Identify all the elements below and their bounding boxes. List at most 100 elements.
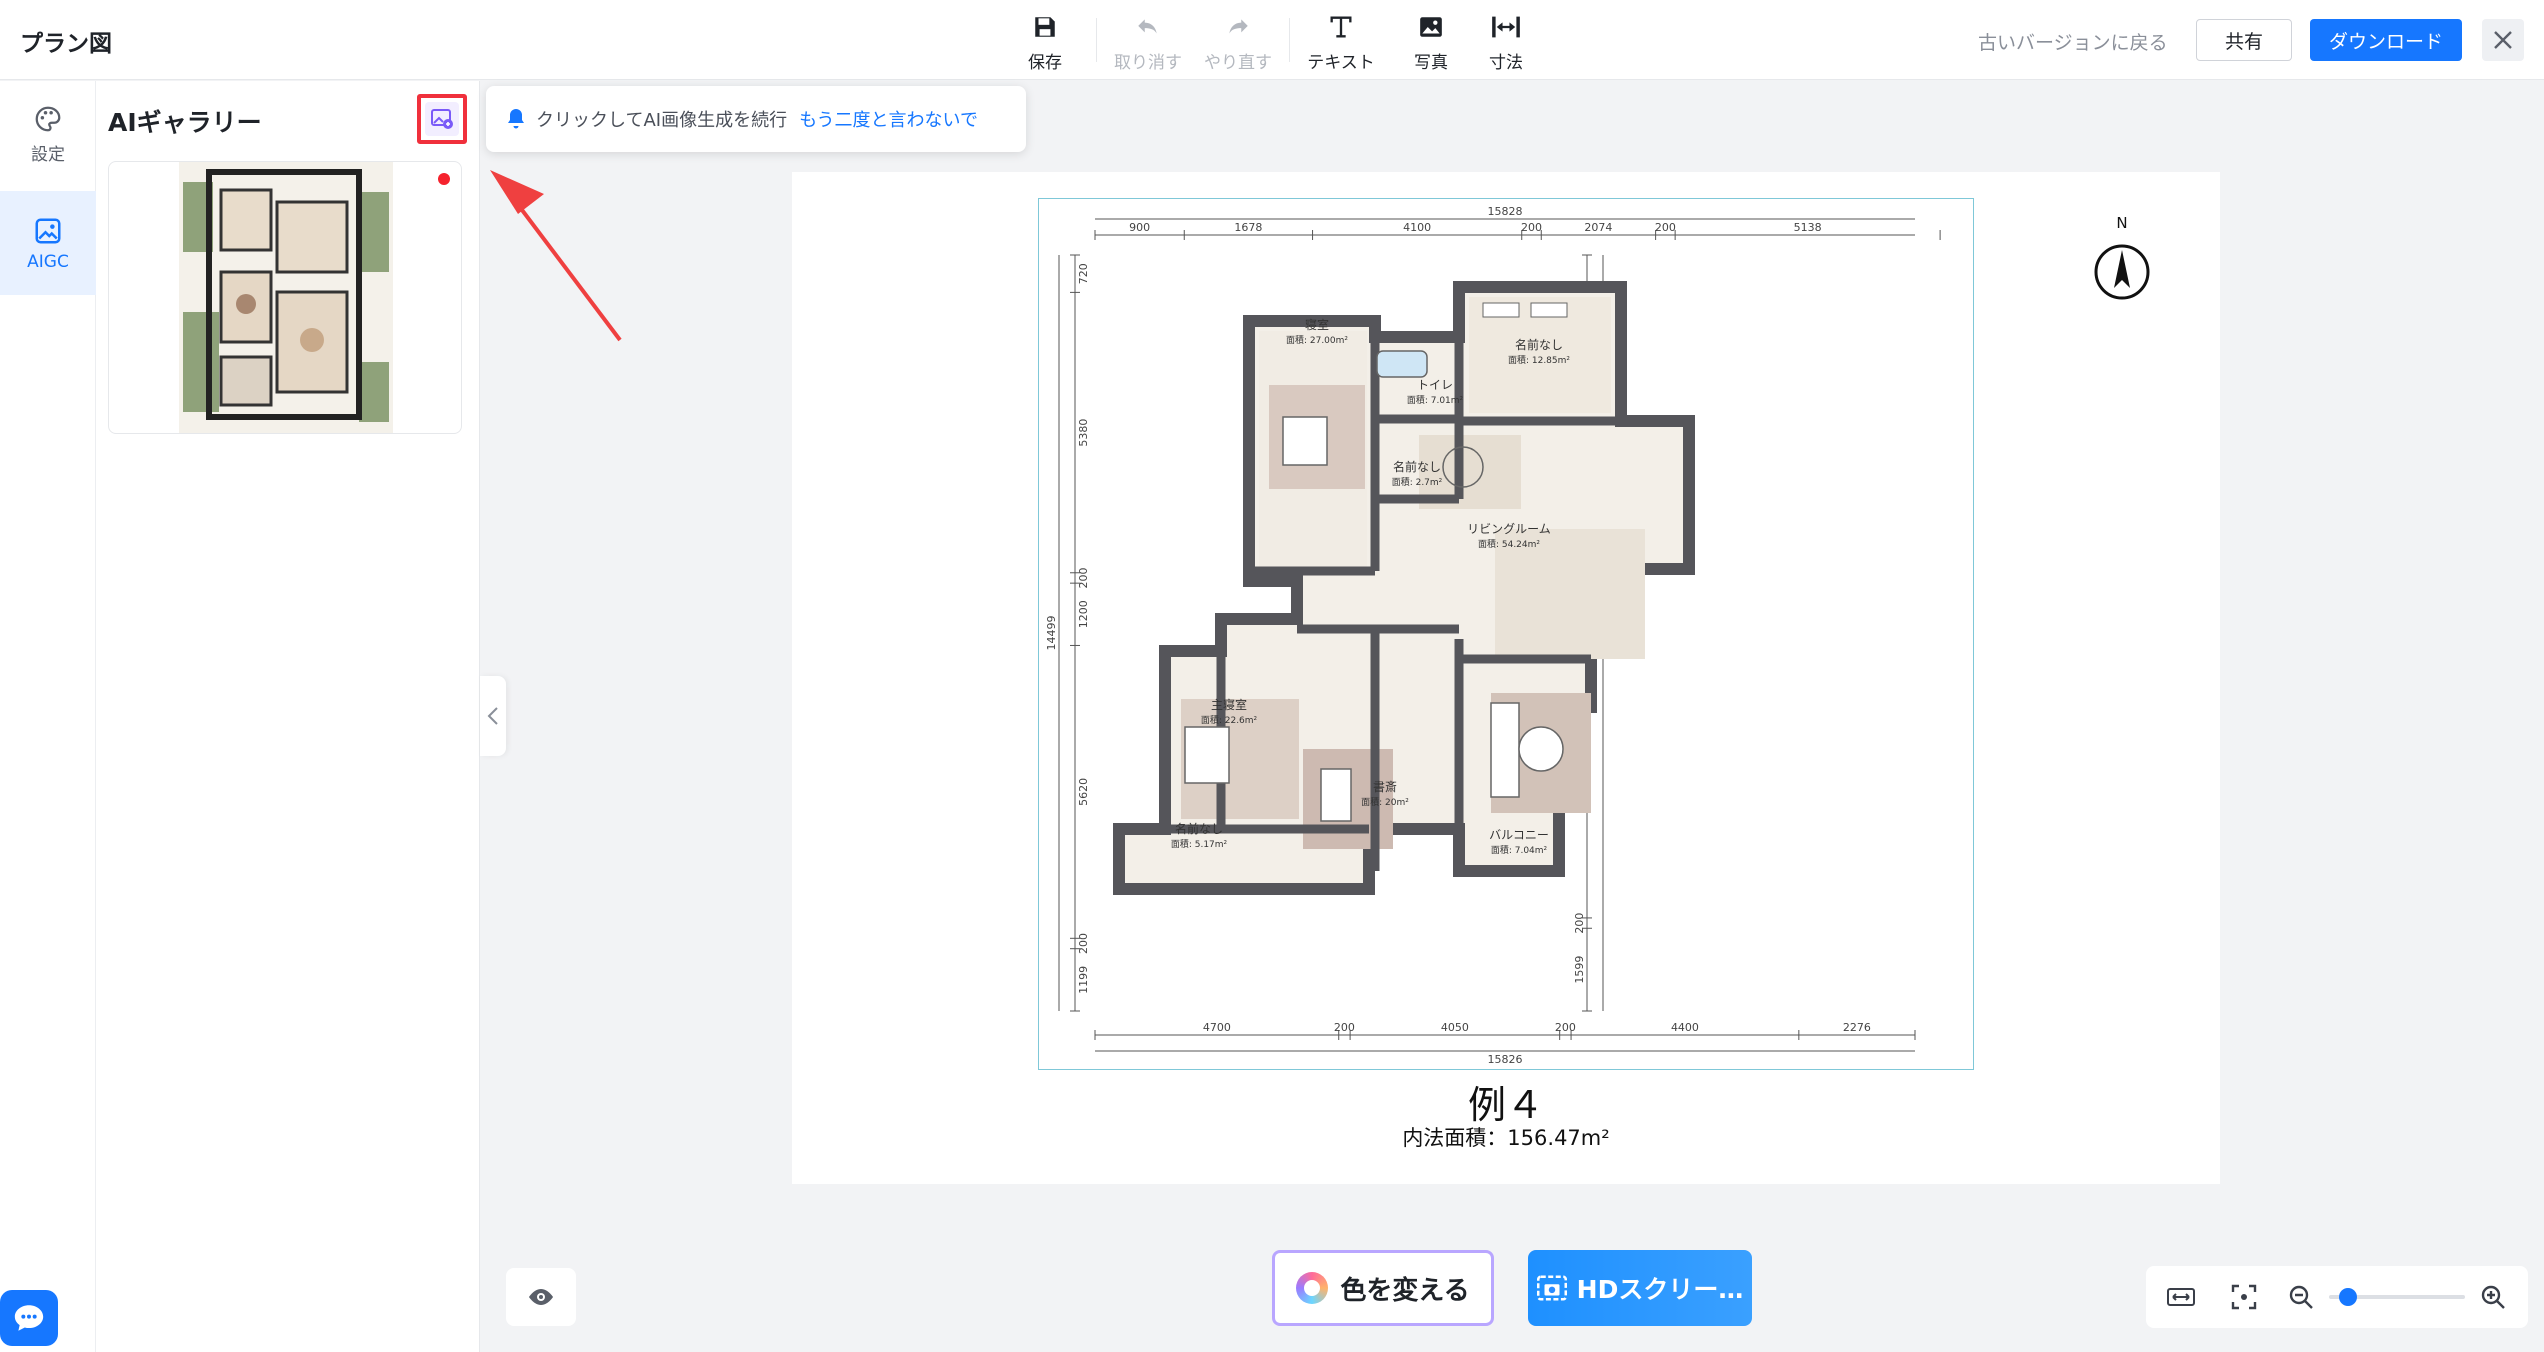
fit-width-icon [2167, 1288, 2196, 1306]
close-button[interactable] [2482, 19, 2524, 61]
room-name[interactable]: 名前なし [1515, 337, 1563, 352]
plan-title[interactable]: 例４ [792, 1074, 2220, 1129]
room-area: 面積: 54.24m² [1478, 538, 1540, 550]
drawing-canvas[interactable]: 1582890016784100200207420051381536158264… [792, 172, 2220, 1184]
ai-gallery-panel: AIギャラリー [96, 81, 480, 1352]
toolbar: 保存 取り消す やり直す テキスト 写真 寸法 [1000, 10, 1536, 73]
dimension-label: 2276 [1843, 1021, 1871, 1034]
dimension-icon [1489, 10, 1523, 44]
fit-width-button[interactable] [2160, 1275, 2203, 1319]
room-name[interactable]: 主寝室 [1211, 697, 1247, 712]
dimension-label: 5620 [1077, 778, 1090, 806]
room-area: 面積: 20m² [1361, 796, 1409, 808]
annotation-arrow [490, 170, 622, 342]
room-name[interactable]: 書斎 [1373, 779, 1397, 794]
hd-screenshot-label: HDスクリー… [1576, 1275, 1744, 1304]
revert-version-link[interactable]: 古いバージョンに戻る [1978, 28, 2168, 55]
zoom-controls [2146, 1266, 2528, 1328]
chevron-left-icon [487, 707, 498, 725]
change-color-label: 色を変える [1340, 1275, 1470, 1306]
zoom-slider[interactable] [2328, 1288, 2466, 1306]
dimension-label: 1599 [1573, 956, 1586, 984]
collapse-panel-button[interactable] [480, 676, 506, 756]
dimension-label: 1678 [1234, 221, 1262, 234]
room-name[interactable]: 寝室 [1305, 317, 1329, 332]
dimension-label: 4050 [1441, 1021, 1469, 1034]
toolbar-divider [1289, 18, 1290, 62]
focus-icon [2232, 1284, 2257, 1310]
text-tool-button[interactable]: テキスト [1296, 10, 1386, 73]
room-name[interactable]: リビングルーム [1467, 522, 1551, 536]
hd-screenshot-button[interactable]: HDスクリー… [1528, 1250, 1752, 1326]
dimension-label: 1199 [1077, 966, 1090, 994]
camera-icon [1536, 1274, 1567, 1302]
chat-support-button[interactable] [0, 1290, 58, 1346]
dimension-label: 200 [1573, 913, 1586, 934]
dimension-label: 200 [1655, 221, 1676, 234]
room-name[interactable]: 名前なし [1175, 821, 1223, 836]
dimension-tool-button[interactable]: 寸法 [1476, 10, 1536, 73]
dimension-label: 15826 [1488, 1053, 1523, 1066]
undo-button[interactable]: 取り消す [1103, 10, 1193, 73]
dimension-label: 14499 [1045, 616, 1058, 651]
room-area: 面積: 22.6m² [1201, 714, 1258, 726]
palette-icon [31, 102, 65, 136]
room-area: 面積: 12.85m² [1508, 354, 1570, 366]
room-area: 面積: 7.01m² [1407, 394, 1464, 406]
eye-icon [529, 1289, 553, 1305]
left-rail: 設定 AIGC [0, 81, 96, 1352]
save-icon [1028, 10, 1062, 44]
photo-icon [1414, 10, 1448, 44]
dimension-label: 4100 [1403, 221, 1431, 234]
change-color-button[interactable]: 色を変える [1272, 1250, 1494, 1326]
floor-plan[interactable]: 1582890016784100200207420051381536158264… [1038, 198, 2055, 1070]
north-compass: N [2094, 214, 2150, 300]
dimension-label: 900 [1129, 221, 1150, 234]
text-icon [1324, 10, 1358, 44]
zoom-in-button[interactable] [2471, 1275, 2514, 1319]
rail-item-settings[interactable]: 設定 [0, 81, 96, 185]
dont-show-again-link[interactable]: もう二度と言わないで [799, 106, 978, 132]
redo-icon [1221, 10, 1255, 44]
room-area: 面積: 7.04m² [1491, 844, 1548, 856]
redo-button[interactable]: やり直す [1193, 10, 1283, 73]
dimension-label: 2074 [1584, 221, 1612, 234]
dimension-tool-label: 寸法 [1489, 53, 1523, 73]
zoom-out-button[interactable] [2280, 1275, 2323, 1319]
gallery-thumbnail[interactable] [108, 161, 462, 434]
plan-total-area: 内法面積：156.47m² [1402, 1126, 1610, 1150]
undo-icon [1131, 10, 1165, 44]
preview-toggle-button[interactable] [506, 1268, 576, 1326]
download-button[interactable]: ダウンロード [2310, 19, 2462, 61]
dimension-label: 4700 [1203, 1021, 1231, 1034]
panel-title: AIギャラリー [108, 108, 262, 137]
share-button[interactable]: 共有 [2196, 19, 2292, 61]
dimension-label: 200 [1555, 1021, 1576, 1034]
rail-item-aigc[interactable]: AIGC [0, 191, 96, 295]
room-area: 面積: 2.7m² [1392, 476, 1443, 488]
ai-generate-tooltip: クリックしてAI画像生成を続行 もう二度と言わないで [486, 86, 1026, 152]
dimension-label: 720 [1077, 263, 1090, 284]
dimension-label: 200 [1334, 1021, 1355, 1034]
dimension-label: 5380 [1077, 419, 1090, 447]
room-name[interactable]: バルコニー [1489, 828, 1549, 842]
rail-item-label: AIGC [27, 252, 69, 272]
zoom-slider-handle[interactable] [2338, 1288, 2357, 1306]
top-bar: プラン図 保存 取り消す やり直す テキスト 写真 寸法 古いバージョンに戻る … [0, 0, 2544, 80]
north-label: N [2116, 214, 2127, 232]
zoom-in-icon [2481, 1285, 2505, 1309]
app-title: プラン図 [20, 31, 112, 57]
tooltip-message: クリックしてAI画像生成を続行 [536, 110, 788, 131]
undo-label: 取り消す [1114, 53, 1182, 73]
photo-tool-label: 写真 [1414, 53, 1448, 73]
chat-icon [14, 1305, 44, 1331]
image-icon [31, 214, 65, 248]
save-button[interactable]: 保存 [1000, 10, 1090, 73]
dimension-label: 200 [1077, 567, 1090, 588]
zoom-out-icon [2290, 1285, 2314, 1309]
room-name[interactable]: トイレ [1417, 378, 1453, 392]
ai-generate-button[interactable] [417, 94, 467, 144]
room-name[interactable]: 名前なし [1393, 459, 1441, 474]
photo-tool-button[interactable]: 写真 [1386, 10, 1476, 73]
fit-screen-button[interactable] [2223, 1275, 2266, 1319]
